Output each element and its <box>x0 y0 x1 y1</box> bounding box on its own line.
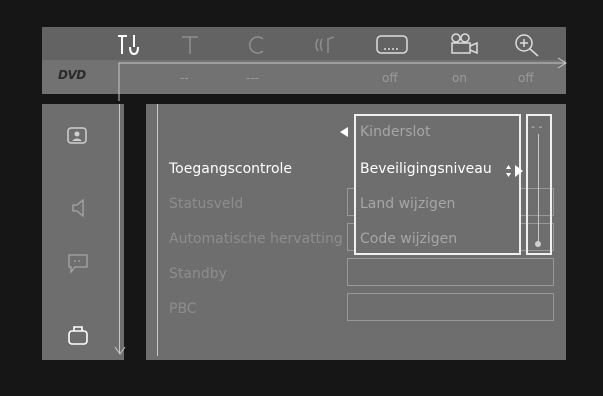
dvd-logo: DVD <box>58 68 86 82</box>
selection-arrow-left-icon <box>340 127 348 137</box>
status-value-1: -- <box>180 71 189 85</box>
picture-icon[interactable] <box>66 125 88 147</box>
side-menu-divider <box>119 104 120 354</box>
settings-panel-divider <box>157 104 158 356</box>
status-value-4: on <box>452 71 467 85</box>
level-scale[interactable] <box>526 114 552 255</box>
status-value-3: off <box>382 71 398 85</box>
pbc-value-field[interactable] <box>347 293 554 321</box>
language-icon[interactable] <box>66 252 88 274</box>
setting-standby[interactable]: Standby <box>169 266 227 282</box>
setting-pbc[interactable]: PBC <box>169 301 197 317</box>
option-land-wijzigen[interactable]: Land wijzigen <box>360 196 455 212</box>
features-icon[interactable] <box>66 323 88 345</box>
standby-value-field[interactable] <box>347 258 554 286</box>
option-beveiligingsniveau[interactable]: Beveiligingsniveau <box>360 161 492 177</box>
status-value-2: --- <box>246 71 259 85</box>
level-scale-top-label: - - <box>531 120 543 133</box>
status-value-5: off <box>518 71 534 85</box>
setting-automatische-hervatting[interactable]: Automatische hervatting <box>169 231 343 247</box>
up-down-right-arrows-icon <box>506 165 523 177</box>
setting-statusveld[interactable]: Statusveld <box>169 196 243 212</box>
chevron-down-icon <box>114 346 126 355</box>
option-code-wijzigen[interactable]: Code wijzigen <box>360 231 457 247</box>
option-kinderslot[interactable]: Kinderslot <box>360 124 430 140</box>
level-scale-track <box>538 134 539 242</box>
setting-toegangscontrole[interactable]: Toegangscontrole <box>169 161 292 177</box>
sound-icon[interactable] <box>70 197 92 219</box>
level-scale-knob[interactable] <box>535 241 541 247</box>
